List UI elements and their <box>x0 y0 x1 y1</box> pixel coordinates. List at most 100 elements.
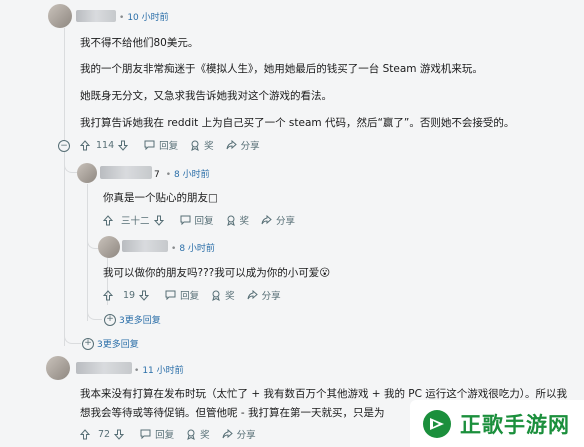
vote-group: 三十二 <box>103 213 168 227</box>
comment-actions: 三十二 回复 奖 分享 <box>103 211 307 229</box>
downvote-icon[interactable] <box>153 215 164 226</box>
award-label: 奖 <box>204 141 214 152</box>
reply-label: 回复 <box>194 216 214 227</box>
share-label: 分享 <box>276 216 296 227</box>
downvote-icon[interactable] <box>139 290 150 301</box>
upvote-icon[interactable] <box>80 139 90 151</box>
share-label: 分享 <box>261 291 281 302</box>
award-button[interactable]: 奖 <box>190 138 214 152</box>
downvote-icon[interactable] <box>114 429 125 440</box>
collapse-thread-button[interactable]: − <box>58 140 70 152</box>
upvote-icon[interactable] <box>103 214 113 226</box>
comment-meta: • 11 小时前 <box>134 363 184 376</box>
reply-button[interactable]: 回复 <box>144 138 178 152</box>
username-redacted[interactable] <box>76 362 132 374</box>
comment-meta: • 10 小时前 <box>119 10 169 23</box>
avatar[interactable] <box>77 163 97 183</box>
vote-group: 19 <box>103 290 153 301</box>
meta-dot: • <box>119 13 125 23</box>
vote-count: 19 <box>123 289 136 301</box>
timestamp[interactable]: 8 小时前 <box>174 170 210 180</box>
comment-text-line: 想我会等待或等待促销。但管他呢 - 我打算在第一天就买，只是为 <box>80 407 385 419</box>
award-label: 奖 <box>225 291 235 302</box>
vote-count: 三十二 <box>121 216 150 227</box>
comment-text: 我可以做你的朋友吗???我可以成为你的小可爱😮 <box>103 267 331 279</box>
comment-paragraph: 她既身无分文，又急求我告诉她我对这个游戏的看法。 <box>80 90 332 102</box>
comment-text: 你真是一个贴心的朋友□ <box>103 192 218 204</box>
expand-icon: + <box>104 313 116 326</box>
reply-button[interactable]: 回复 <box>165 288 199 302</box>
thread-line-root[interactable] <box>64 28 65 346</box>
share-button[interactable]: 分享 <box>247 288 281 302</box>
meta-dot: • <box>134 366 140 376</box>
award-label: 奖 <box>200 430 210 441</box>
reply-label: 回复 <box>180 291 200 302</box>
downvote-icon[interactable] <box>118 140 129 151</box>
expand-icon: + <box>82 337 94 350</box>
more-replies-label: 3更多回复 <box>97 340 139 350</box>
reply-label: 回复 <box>159 141 179 152</box>
thread-line-reply1[interactable] <box>87 184 88 321</box>
more-replies-link[interactable]: +3更多回复 <box>82 337 139 350</box>
share-icon <box>247 290 258 300</box>
comment-meta: • 8 小时前 <box>171 241 215 254</box>
watermark-text: 正歌手游网 <box>460 412 570 437</box>
comment-paragraph: 我打算告诉她我在 reddit 上为自己买了一个 steam 代码，然后“赢了”… <box>80 117 515 129</box>
more-replies-label: 3更多回复 <box>119 316 161 326</box>
award-button[interactable]: 奖 <box>211 288 235 302</box>
reply-button[interactable]: 回复 <box>140 427 174 441</box>
reply-label: 回复 <box>155 430 175 441</box>
award-button[interactable]: 奖 <box>226 213 250 227</box>
thread-branch-more2 <box>87 305 102 320</box>
award-icon <box>212 290 220 301</box>
vote-group: 72 <box>80 429 128 440</box>
share-icon <box>261 215 272 225</box>
share-button[interactable]: 分享 <box>261 213 295 227</box>
award-icon <box>226 215 235 226</box>
comment-actions: 72 回复 奖 分享 <box>80 425 268 443</box>
avatar[interactable] <box>46 356 70 380</box>
vote-count: 114 <box>96 139 115 151</box>
share-label: 分享 <box>236 430 256 441</box>
comment-meta: 7 • 8 小时前 <box>154 167 210 180</box>
username-tail[interactable]: 7 <box>154 170 160 180</box>
timestamp[interactable]: 8 小时前 <box>179 244 215 254</box>
site-watermark: 正歌手游网 <box>410 400 584 447</box>
username-redacted[interactable] <box>100 166 152 179</box>
comment-text-line: 我本来没有打算在发布时玩（太忙了 + 我有数百万个其他游戏 + 我的 PC 运行… <box>80 388 568 400</box>
timestamp[interactable]: 11 小时前 <box>142 366 183 376</box>
thread-branch-more1 <box>64 328 81 344</box>
avatar[interactable] <box>98 236 120 258</box>
watermark-logo-icon <box>423 409 451 438</box>
thread-branch-reply1 <box>64 150 77 173</box>
award-icon <box>191 140 199 151</box>
upvote-icon[interactable] <box>103 289 113 301</box>
award-button[interactable]: 奖 <box>186 427 210 441</box>
vote-group: 114 <box>80 140 132 151</box>
more-replies-link[interactable]: +3更多回复 <box>104 313 161 326</box>
award-label: 奖 <box>239 216 250 227</box>
timestamp[interactable]: 10 小时前 <box>127 13 168 23</box>
reply-icon <box>180 215 191 225</box>
comment-paragraph: 我的一个朋友非常痴迷于《模拟人生》，她用她最后的钱买了一台 Steam 游戏机来… <box>80 63 483 75</box>
reply-icon <box>144 140 155 150</box>
reply-icon <box>165 290 176 300</box>
meta-dot: • <box>171 244 177 254</box>
avatar[interactable] <box>48 4 72 28</box>
reply-icon <box>140 429 151 439</box>
share-icon <box>226 140 237 150</box>
share-label: 分享 <box>240 141 260 152</box>
username-redacted[interactable] <box>122 240 168 252</box>
award-icon <box>187 429 195 440</box>
vote-count: 72 <box>98 428 111 440</box>
upvote-icon[interactable] <box>80 428 90 440</box>
comment-actions: 114 回复 奖 分享 <box>80 136 272 154</box>
share-button[interactable]: 分享 <box>226 138 260 152</box>
meta-dot: • <box>165 170 172 180</box>
comment-actions: 19 回复 奖 分享 <box>103 286 293 304</box>
share-button[interactable]: 分享 <box>222 427 256 441</box>
share-icon <box>222 429 233 439</box>
reply-button[interactable]: 回复 <box>180 213 214 227</box>
comment-paragraph: 我不得不给他们80美元。 <box>80 37 199 49</box>
username-redacted[interactable] <box>76 10 116 22</box>
